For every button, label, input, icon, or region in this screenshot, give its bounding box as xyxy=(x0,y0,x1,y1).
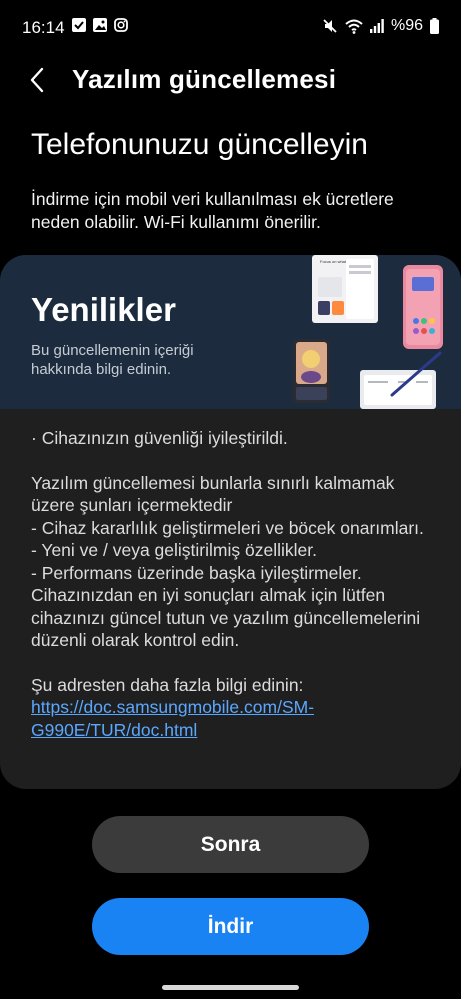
battery-percent: %96 xyxy=(390,17,423,34)
status-time: 16:14 xyxy=(22,18,65,37)
banner-subtitle: Bu güncellemenin içeriği hakkında bilgi … xyxy=(31,342,194,378)
flip-phone-illustration xyxy=(293,339,330,403)
app-header: Yazılım güncellemesi xyxy=(0,56,461,106)
gesture-nav-handle[interactable] xyxy=(162,985,299,990)
notes-more-info: Şu adresten daha fazla bilgi edinin: xyxy=(31,674,304,695)
update-heading: Telefonunuzu güncelleyin xyxy=(31,128,368,161)
chevron-left-icon xyxy=(30,67,44,93)
notes-security-line: · Cihazınızın güvenliği iyileştirildi. xyxy=(31,428,288,448)
notification-icons xyxy=(72,18,128,32)
download-button[interactable]: İndir xyxy=(92,898,369,955)
phone-illustration xyxy=(403,265,443,349)
wifi-icon xyxy=(345,19,363,34)
gallery-notification-icon xyxy=(93,18,107,32)
back-button[interactable] xyxy=(22,65,52,95)
mobile-data-warning: İndirme için mobil veri kullanılması ek … xyxy=(31,189,394,232)
check-notification-icon xyxy=(72,18,86,32)
mute-icon xyxy=(323,19,337,33)
battery-icon xyxy=(430,18,439,34)
release-notes-link[interactable]: https://doc.samsungmobile.com/SM-G990E/T… xyxy=(31,697,314,740)
devices-illustration: Focus on what matters xyxy=(293,255,443,409)
status-bar: 16:14 %96 xyxy=(0,0,461,56)
tablet-illustration: Focus on what matters xyxy=(312,255,378,323)
page-title: Yazılım güncellemesi xyxy=(72,64,337,94)
signal-icon xyxy=(369,19,384,33)
whats-new-banner[interactable]: Yenilikler Bu güncellemenin içeriği hakk… xyxy=(0,255,461,409)
later-button[interactable]: Sonra xyxy=(92,816,369,873)
release-notes-card: Yenilikler Bu güncellemenin içeriği hakk… xyxy=(0,255,461,789)
banner-title: Yenilikler xyxy=(31,291,176,328)
release-notes: · Cihazınızın güvenliği iyileştirildi. Y… xyxy=(31,427,436,741)
instagram-notification-icon xyxy=(114,18,128,32)
status-right: %96 xyxy=(322,17,439,35)
notes-details: Yazılım güncellemesi bunlarla sınırlı ka… xyxy=(31,472,424,651)
tablet-keyboard-illustration xyxy=(360,351,442,409)
